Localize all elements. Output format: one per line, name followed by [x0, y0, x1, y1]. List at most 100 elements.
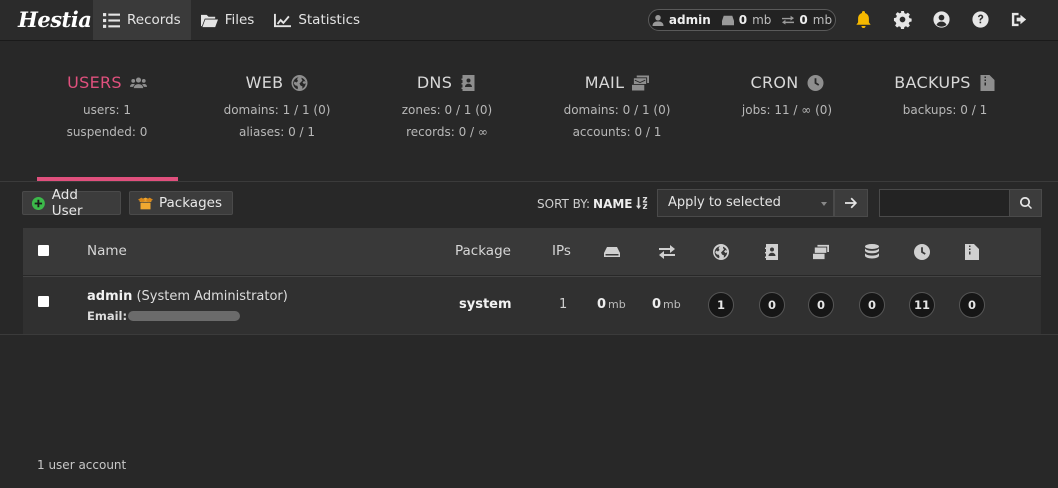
- transfer-icon: [659, 245, 675, 259]
- clock-icon: [807, 74, 824, 91]
- usage-username: admin: [668, 13, 711, 27]
- user-package: system: [459, 297, 512, 312]
- apply-button[interactable]: [834, 189, 868, 217]
- file-zipper-icon: [980, 74, 995, 91]
- box-open-icon: [138, 197, 153, 209]
- header-cron: [914, 244, 930, 260]
- transfer-icon: [782, 15, 795, 25]
- users-icon: [129, 76, 147, 88]
- search-input[interactable]: [879, 189, 1010, 217]
- help-icon: [972, 11, 989, 28]
- account-count: 1 user account: [37, 458, 127, 472]
- sort-alpha-icon: [636, 197, 648, 209]
- mail-accounts: accounts: 0 / 1: [572, 125, 662, 139]
- user-fullname: (System Administrator): [132, 289, 288, 304]
- users-count: users: 1: [83, 103, 131, 117]
- mail-domains-count: 0: [808, 292, 834, 318]
- user-disk-value: 0: [597, 297, 607, 312]
- packages-button[interactable]: Packages: [129, 191, 233, 215]
- chart-line-icon: [274, 13, 292, 27]
- usage-disk-unit: mb: [752, 13, 772, 27]
- nav-files[interactable]: Files: [191, 0, 265, 40]
- bulk-action-value: Apply to selected: [668, 195, 781, 210]
- header-dns: [764, 244, 780, 260]
- nav-statistics-label: Statistics: [298, 12, 361, 28]
- databases-count: 0: [859, 292, 885, 318]
- sort-control[interactable]: SORT BY: NAME: [537, 197, 648, 211]
- user-disk-unit: mb: [608, 298, 626, 311]
- header-database: [864, 244, 880, 260]
- row-checkbox[interactable]: [38, 296, 49, 307]
- globe-icon: [291, 74, 308, 91]
- header-ips[interactable]: IPs: [552, 228, 571, 275]
- dns-zones: zones: 0 / 1 (0): [401, 103, 493, 117]
- usage-disk-value: 0: [738, 13, 748, 27]
- user-bw-unit: mb: [663, 298, 681, 311]
- tab-web[interactable]: WEB domains: 1 / 1 (0) aliases: 0 / 1: [207, 41, 347, 181]
- settings-button[interactable]: [892, 9, 913, 30]
- hestia-logo[interactable]: Hestia: [18, 4, 92, 36]
- database-icon: [865, 244, 879, 259]
- select-all-checkbox[interactable]: [38, 245, 49, 256]
- caret-down-icon: [821, 202, 827, 206]
- main-nav: Records Files Statistics: [93, 0, 370, 40]
- usage-summary[interactable]: admin 0 mb 0 mb: [648, 9, 836, 31]
- tab-mail-title: MAIL: [584, 73, 625, 92]
- tab-cron[interactable]: CRON jobs: 11 / ∞ (0): [717, 41, 857, 181]
- logout-button[interactable]: [1009, 9, 1030, 30]
- user-icon: [652, 14, 664, 26]
- web-aliases: aliases: 0 / 1: [238, 125, 316, 139]
- tab-dns[interactable]: DNS zones: 0 / 1 (0) records: 0 / ∞: [377, 41, 517, 181]
- user-name[interactable]: admin (System Administrator): [87, 289, 288, 304]
- logout-icon: [1011, 12, 1027, 27]
- tab-mail[interactable]: MAIL domains: 0 / 1 (0) accounts: 0 / 1: [547, 41, 687, 181]
- cron-jobs-count: 11: [909, 292, 935, 318]
- web-domains: domains: 1 / 1 (0): [223, 103, 331, 117]
- user-bandwidth: 0 mb: [652, 297, 681, 312]
- nav-statistics[interactable]: Statistics: [264, 0, 370, 40]
- gear-icon: [893, 10, 912, 29]
- usage-bw-value: 0: [799, 13, 808, 27]
- tab-backups[interactable]: BACKUPS backups: 0 / 1: [875, 41, 1015, 181]
- backups-count-badge: 0: [959, 292, 985, 318]
- search-button[interactable]: [1009, 189, 1042, 217]
- dns-zones-count: 0: [759, 292, 785, 318]
- arrow-right-icon: [844, 197, 857, 209]
- header-disk: [604, 244, 620, 260]
- table-bottom-divider: [0, 334, 1058, 335]
- top-bar: Hestia Records Files Statistics admin 0m…: [0, 0, 1058, 41]
- header-backups: [964, 244, 980, 260]
- search-icon: [1019, 197, 1032, 209]
- globe-icon: [713, 244, 729, 260]
- list-toolbar: Add User Packages SORT BY: NAME Apply to …: [0, 182, 1058, 227]
- table-row[interactable]: admin (System Administrator) Email: syst…: [23, 276, 1041, 334]
- packages-label: Packages: [159, 195, 222, 211]
- user-email: Email:: [87, 309, 241, 323]
- profile-button[interactable]: [931, 9, 952, 30]
- header-name[interactable]: Name: [87, 228, 127, 275]
- address-book-icon: [461, 74, 475, 91]
- file-zipper-icon: [965, 244, 979, 260]
- tab-users[interactable]: USERS users: 1 suspended: 0: [37, 41, 177, 181]
- address-book-icon: [765, 244, 778, 260]
- user-ips: 1: [559, 297, 568, 312]
- add-user-label: Add User: [51, 187, 83, 219]
- user-bw-value: 0: [652, 297, 662, 312]
- help-button[interactable]: [970, 9, 991, 30]
- mail-bulk-icon: [813, 244, 829, 260]
- plus-circle-icon: [31, 196, 45, 210]
- add-user-button[interactable]: Add User: [22, 187, 121, 219]
- nav-records[interactable]: Records: [93, 0, 191, 40]
- backups-count: backups: 0 / 1: [902, 103, 988, 117]
- tab-cron-title: CRON: [750, 73, 799, 92]
- top-actions: [853, 9, 1030, 30]
- user-login: admin: [87, 289, 133, 304]
- tab-dns-title: DNS: [416, 73, 453, 92]
- tab-backups-title: BACKUPS: [894, 73, 971, 92]
- bulk-action-select[interactable]: Apply to selected: [657, 189, 834, 217]
- notifications-button[interactable]: [853, 9, 874, 30]
- header-package[interactable]: Package: [455, 228, 511, 275]
- table-header: Name Package IPs: [23, 228, 1041, 275]
- folder-open-icon: [200, 14, 218, 27]
- hdd-icon: [721, 15, 734, 25]
